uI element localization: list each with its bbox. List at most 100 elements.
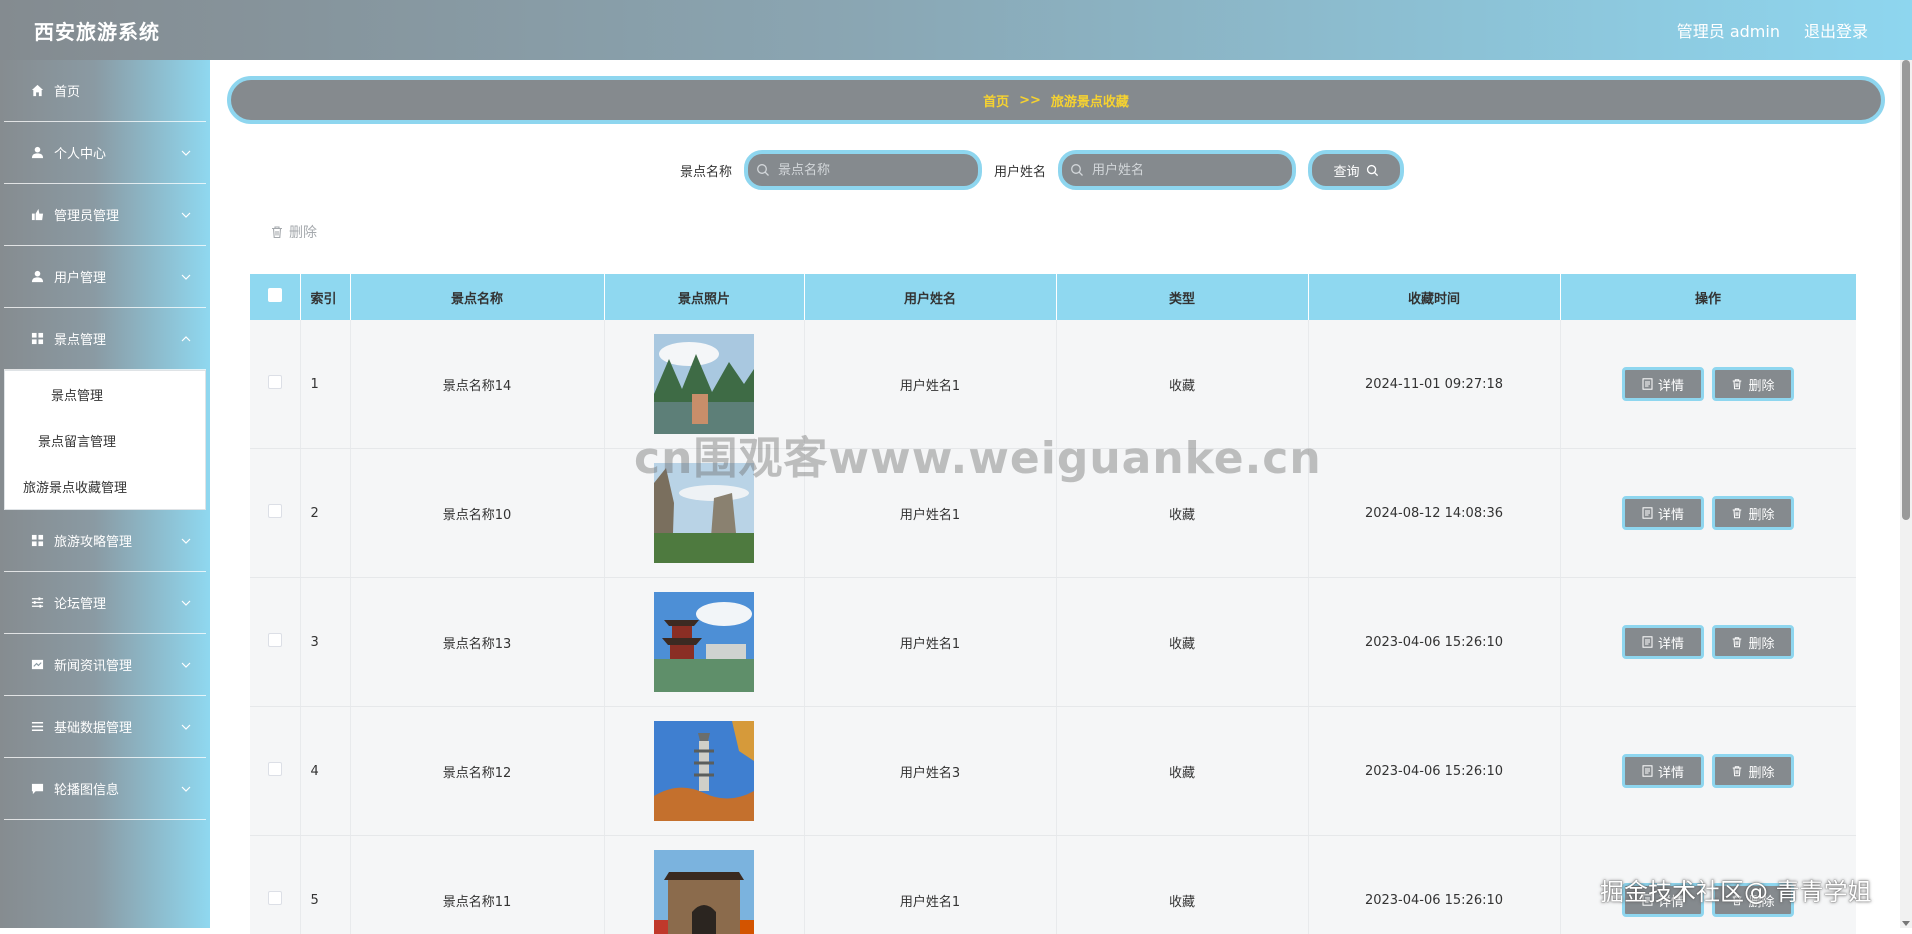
sidebar-item-spot-management[interactable]: 景点管理 <box>4 308 206 370</box>
detail-button[interactable]: 详情 <box>1622 496 1704 530</box>
sidebar-item-admin-management[interactable]: 管理员管理 <box>4 184 206 246</box>
favorites-table: 索引 景点名称 景点照片 用户姓名 类型 收藏时间 操作 1 景点名称14 <box>250 274 1856 934</box>
user-name-input[interactable] <box>1062 154 1292 186</box>
app-title: 西安旅游系统 <box>34 16 160 45</box>
detail-button-label: 详情 <box>1658 375 1684 394</box>
breadcrumb: 首页 >> 旅游景点收藏 <box>227 76 1885 124</box>
query-button[interactable]: 查询 <box>1308 150 1404 190</box>
detail-button-label: 详情 <box>1658 762 1684 781</box>
chevron-down-icon <box>180 783 192 795</box>
user-icon <box>30 270 44 284</box>
query-button-label: 查询 <box>1334 161 1360 180</box>
sidebar-item-label: 首页 <box>54 81 80 100</box>
sidebar-item-forum-management[interactable]: 论坛管理 <box>4 572 206 634</box>
sidebar-item-label: 论坛管理 <box>54 593 106 612</box>
scrollbar-thumb[interactable] <box>1902 60 1910 520</box>
row-type: 收藏 <box>1056 578 1308 707</box>
sidebar-item-label: 景点管理 <box>54 329 106 348</box>
top-header: 西安旅游系统 管理员 admin 退出登录 <box>0 0 1912 60</box>
spot-name-input[interactable] <box>748 154 978 186</box>
sidebar-item-label: 新闻资讯管理 <box>54 655 132 674</box>
sidebar-item-label: 基础数据管理 <box>54 717 132 736</box>
spot-photo[interactable] <box>654 592 754 692</box>
row-user-name: 用户姓名1 <box>804 836 1056 934</box>
row-checkbox[interactable] <box>268 762 282 776</box>
delete-button-label: 删除 <box>1748 633 1774 652</box>
sidebar-item-label: 个人中心 <box>54 143 106 162</box>
row-spot-name: 景点名称10 <box>350 449 604 578</box>
spot-photo[interactable] <box>654 463 754 563</box>
row-spot-name: 景点名称14 <box>350 320 604 449</box>
document-icon <box>1642 378 1653 390</box>
detail-button[interactable]: 详情 <box>1622 883 1704 917</box>
grid-icon <box>30 332 44 346</box>
delete-button[interactable]: 删除 <box>1712 496 1794 530</box>
breadcrumb-home[interactable]: 首页 <box>983 91 1009 110</box>
sidebar-item-basic-data[interactable]: 基础数据管理 <box>4 696 206 758</box>
row-index: 3 <box>300 578 350 707</box>
row-spot-name: 景点名称11 <box>350 836 604 934</box>
trash-icon <box>1731 636 1743 648</box>
delete-button[interactable]: 删除 <box>1712 754 1794 788</box>
sidebar-item-news-management[interactable]: 新闻资讯管理 <box>4 634 206 696</box>
row-favorite-time: 2024-08-12 14:08:36 <box>1308 449 1560 578</box>
column-header-user-name: 用户姓名 <box>804 274 1056 320</box>
delete-button[interactable]: 删除 <box>1712 883 1794 917</box>
chevron-up-icon <box>180 333 192 345</box>
table-row: 4 景点名称12 用户姓名3 收藏 2023-04-06 15:26:10 <box>250 707 1856 836</box>
column-header-favorite-time: 收藏时间 <box>1308 274 1560 320</box>
page-scrollbar[interactable] <box>1900 60 1912 928</box>
sidebar-item-guide-management[interactable]: 旅游攻略管理 <box>4 510 206 572</box>
detail-button[interactable]: 详情 <box>1622 625 1704 659</box>
breadcrumb-current: 旅游景点收藏 <box>1051 91 1129 110</box>
delete-button[interactable]: 删除 <box>1712 625 1794 659</box>
row-user-name: 用户姓名1 <box>804 578 1056 707</box>
trash-icon <box>1731 507 1743 519</box>
submenu-item-spot-comments[interactable]: 景点留言管理 <box>5 417 205 463</box>
current-user-label[interactable]: 管理员 admin <box>1677 18 1780 42</box>
chevron-down-icon <box>180 659 192 671</box>
column-header-spot-name: 景点名称 <box>350 274 604 320</box>
table-row: 5 景点名称11 用户姓名1 收藏 2023-04-06 15:26:10 <box>250 836 1856 934</box>
row-favorite-time: 2023-04-06 15:26:10 <box>1308 836 1560 934</box>
sidebar-item-user-management[interactable]: 用户管理 <box>4 246 206 308</box>
row-checkbox[interactable] <box>268 504 282 518</box>
scroll-down-arrow-icon[interactable] <box>1902 921 1910 926</box>
logout-link[interactable]: 退出登录 <box>1804 18 1868 42</box>
trash-icon <box>1731 378 1743 390</box>
chevron-down-icon <box>180 147 192 159</box>
row-checkbox[interactable] <box>268 375 282 389</box>
row-index: 4 <box>300 707 350 836</box>
detail-button[interactable]: 详情 <box>1622 754 1704 788</box>
row-checkbox[interactable] <box>268 891 282 905</box>
spot-photo[interactable] <box>654 850 754 934</box>
bulk-delete-label: 删除 <box>289 222 317 242</box>
row-checkbox[interactable] <box>268 633 282 647</box>
row-index: 2 <box>300 449 350 578</box>
spot-photo[interactable] <box>654 721 754 821</box>
sidebar-item-personal-center[interactable]: 个人中心 <box>4 122 206 184</box>
chevron-down-icon <box>180 271 192 283</box>
submenu-item-spot-favorites[interactable]: 旅游景点收藏管理 <box>5 463 205 509</box>
row-type: 收藏 <box>1056 707 1308 836</box>
delete-button-label: 删除 <box>1748 762 1774 781</box>
row-user-name: 用户姓名1 <box>804 449 1056 578</box>
sidebar-item-carousel[interactable]: 轮播图信息 <box>4 758 206 820</box>
detail-button[interactable]: 详情 <box>1622 367 1704 401</box>
sidebar-item-label: 用户管理 <box>54 267 106 286</box>
column-header-index: 索引 <box>300 274 350 320</box>
submenu-item-spot-management[interactable]: 景点管理 <box>5 371 205 417</box>
spot-name-label: 景点名称 <box>680 161 732 180</box>
row-type: 收藏 <box>1056 320 1308 449</box>
sidebar-item-label: 管理员管理 <box>54 205 119 224</box>
search-icon <box>756 163 770 177</box>
delete-button[interactable]: 删除 <box>1712 367 1794 401</box>
row-type: 收藏 <box>1056 836 1308 934</box>
row-index: 1 <box>300 320 350 449</box>
bulk-delete-button[interactable]: 删除 <box>270 222 317 242</box>
sidebar-item-home[interactable]: 首页 <box>4 60 206 122</box>
spot-photo[interactable] <box>654 334 754 434</box>
select-all-checkbox[interactable] <box>268 288 282 302</box>
admin-icon <box>30 208 44 222</box>
row-spot-name: 景点名称12 <box>350 707 604 836</box>
